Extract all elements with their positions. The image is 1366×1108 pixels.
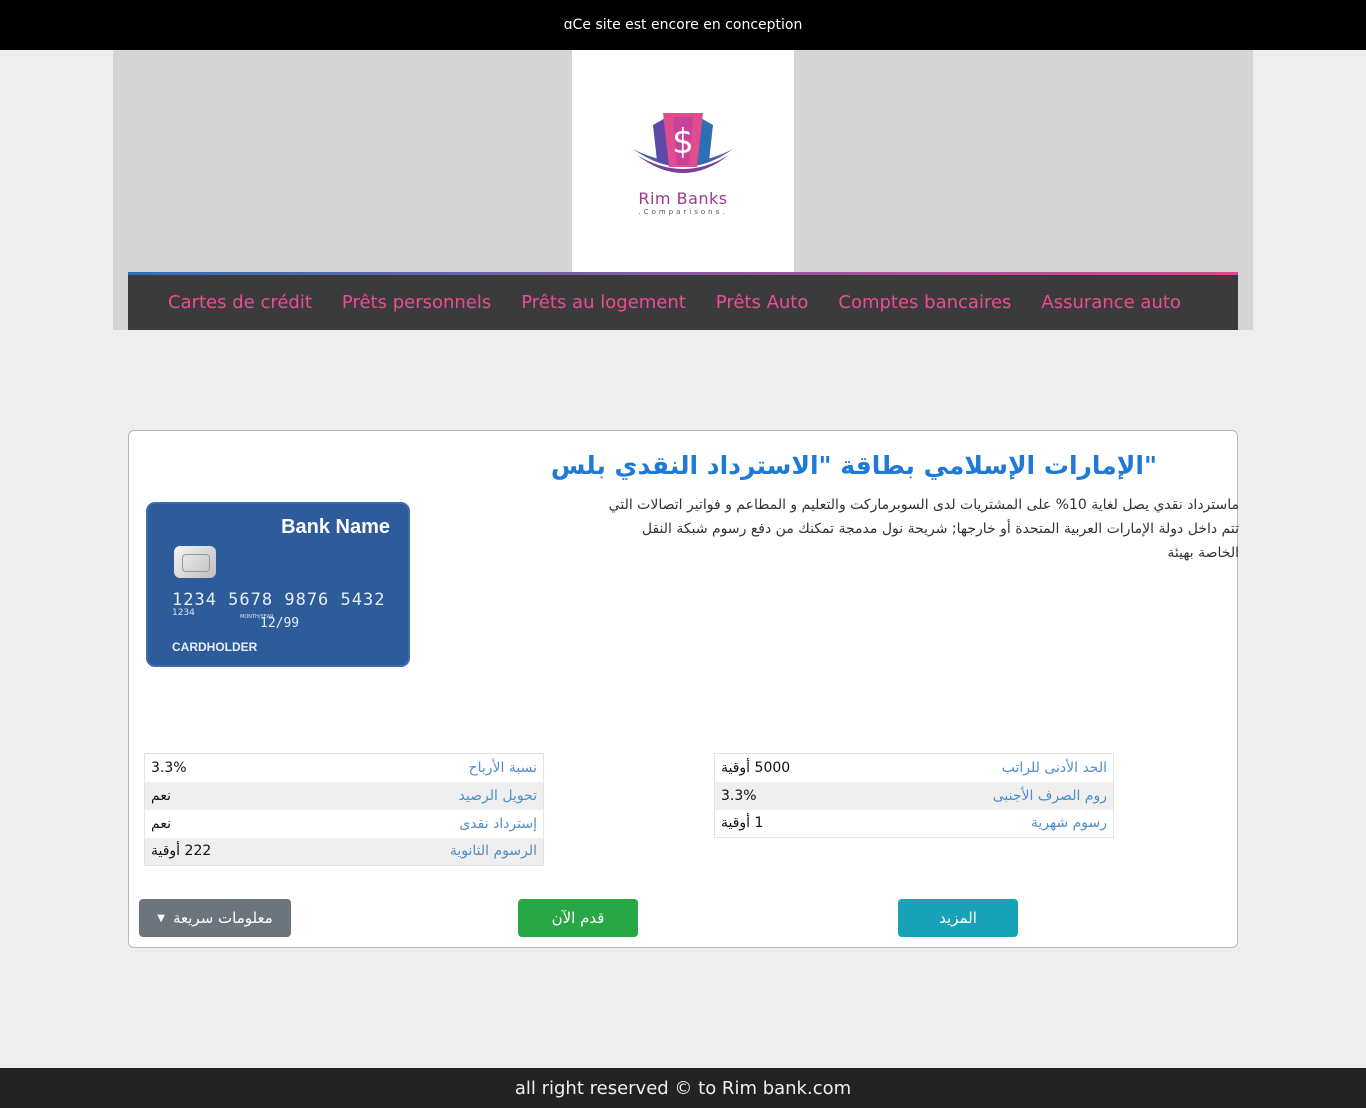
more-label: المزيد [939, 909, 977, 927]
caret-down-icon: ▼ [157, 912, 165, 924]
footer-text: all right reserved © to Rim bank.com [514, 1077, 852, 1099]
svg-text:$: $ [672, 122, 694, 162]
card-small-number: 1234 [172, 608, 195, 618]
card-number: 1234 5678 9876 5432 [172, 590, 386, 610]
spec-value: نعم [144, 781, 344, 810]
card-bank-name: Bank Name [281, 516, 390, 538]
table-row: 3.3% روم الصرف الأجنبى [714, 781, 1114, 810]
product-card: "الإمارات الإسلامي بطاقة "الاسترداد النق… [128, 430, 1239, 948]
spec-label: تحويل الرصيد [344, 781, 544, 810]
spec-label: رسوم شهرية [1030, 815, 1107, 832]
spec-value: 5000 أوقية [721, 759, 791, 776]
card-expiry: 12/99 [260, 616, 300, 631]
nav-personal-loans[interactable]: Prêts personnels [342, 292, 491, 313]
spec-label: نسبة الأرباح [468, 759, 537, 776]
card-chip-icon [174, 546, 216, 578]
site-footer: all right reserved © to Rim bank.com [0, 1068, 1366, 1108]
spec-label: الحد الأدنى للراتب [1001, 759, 1107, 776]
spec-value: 3.3% [714, 781, 914, 810]
more-button[interactable]: المزيد [898, 899, 1018, 937]
apply-now-button[interactable]: قدم الآن [518, 899, 638, 937]
table-row: 3.3% نسبة الأرباح [145, 754, 544, 782]
nav-auto-insurance[interactable]: Assurance auto [1041, 292, 1181, 313]
logo-title: Rim Banks [638, 188, 728, 208]
spec-value: 3.3% [151, 759, 187, 776]
nav-auto-loans[interactable]: Prêts Auto [716, 292, 809, 313]
specs-table-left: 3.3% نسبة الأرباح نعم تحويل الرصيد نعم إ… [144, 753, 544, 866]
table-row: 1 أوقية رسوم شهرية [715, 810, 1114, 838]
construction-banner-text: ɑCe site est encore en conception [563, 17, 803, 33]
spec-label: إسترداد نقدى [459, 815, 537, 832]
quick-info-label: معلومات سريعة [172, 909, 273, 927]
site-logo[interactable]: $ Rim Banks .Comparisons. [572, 50, 794, 272]
table-row: 222 أوقية الرسوم الثانوية [144, 837, 544, 866]
credit-card-image: Bank Name 1234 5678 9876 5432 1234 MONTH… [146, 502, 410, 667]
table-row: نعم تحويل الرصيد [144, 781, 544, 810]
card-holder: CARDHOLDER [172, 640, 258, 654]
spec-value: نعم [151, 815, 171, 832]
spec-label: الرسوم الثانوية [344, 837, 544, 866]
product-description: ماسترداد نقدي يصل لغاية 10% على المشتريا… [608, 497, 1239, 561]
spec-value: 222 أوقية [144, 837, 344, 866]
main-nav: Cartes de crédit Prêts personnels Prêts … [128, 272, 1238, 330]
nav-bank-accounts[interactable]: Comptes bancaires [838, 292, 1011, 313]
logo-subtitle: .Comparisons. [638, 207, 728, 216]
logo-icon: $ [633, 112, 733, 173]
spec-value: 1 أوقية [721, 815, 764, 832]
table-row: 5000 أوقية الحد الأدنى للراتب [715, 754, 1114, 782]
construction-banner: ɑCe site est encore en conception [0, 0, 1366, 50]
specs-table-right: 5000 أوقية الحد الأدنى للراتب 3.3% روم ا… [714, 753, 1114, 838]
product-title: "الإمارات الإسلامي بطاقة "الاسترداد النق… [550, 451, 1157, 480]
table-row: نعم إسترداد نقدى [145, 810, 544, 838]
quick-info-dropdown-button[interactable]: معلومات سريعة ▼ [139, 899, 291, 937]
site-header: $ Rim Banks .Comparisons. Cartes de créd… [113, 50, 1253, 330]
spec-label: روم الصرف الأجنبى [914, 781, 1114, 810]
nav-credit-cards[interactable]: Cartes de crédit [168, 292, 312, 313]
nav-home-loans[interactable]: Prêts au logement [521, 292, 686, 313]
apply-now-label: قدم الآن [551, 909, 605, 927]
